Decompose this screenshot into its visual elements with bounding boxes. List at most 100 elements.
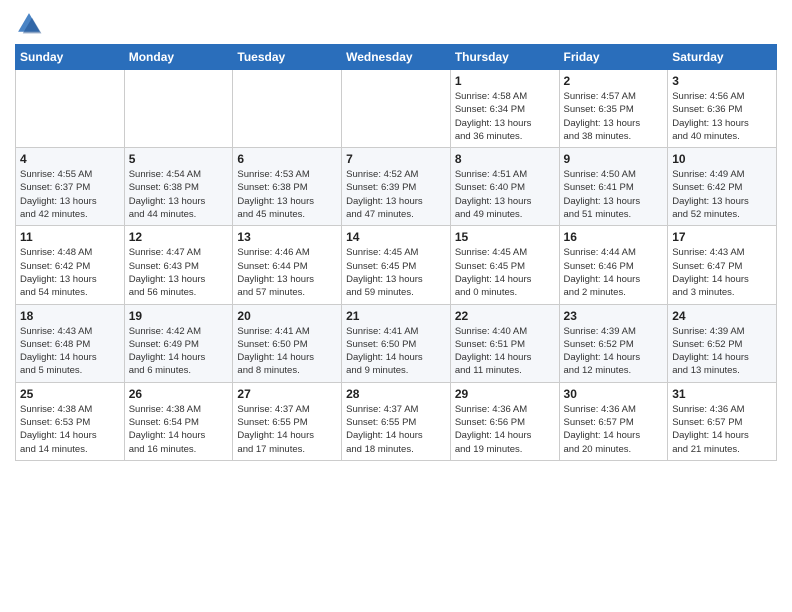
day-number: 31 bbox=[672, 387, 772, 401]
calendar-cell: 19 Sunrise: 4:42 AM Sunset: 6:49 PM Dayli… bbox=[124, 304, 233, 382]
day-info: Sunrise: 4:55 AM Sunset: 6:37 PM Dayligh… bbox=[20, 168, 120, 221]
calendar-cell bbox=[233, 70, 342, 148]
calendar-cell: 12 Sunrise: 4:47 AM Sunset: 6:43 PM Dayli… bbox=[124, 226, 233, 304]
day-number: 24 bbox=[672, 309, 772, 323]
day-number: 26 bbox=[129, 387, 229, 401]
day-info: Sunrise: 4:45 AM Sunset: 6:45 PM Dayligh… bbox=[346, 246, 446, 299]
calendar-cell: 29 Sunrise: 4:36 AM Sunset: 6:56 PM Dayli… bbox=[450, 382, 559, 460]
week-row-1: 1Sunrise: 4:58 AM Sunset: 6:34 PM Daylig… bbox=[16, 70, 777, 148]
calendar-cell: 6Sunrise: 4:53 AM Sunset: 6:38 PM Daylig… bbox=[233, 148, 342, 226]
calendar-cell: 4 Sunrise: 4:55 AM Sunset: 6:37 PM Daylig… bbox=[16, 148, 125, 226]
day-number: 8 bbox=[455, 152, 555, 166]
day-info: Sunrise: 4:43 AM Sunset: 6:47 PM Dayligh… bbox=[672, 246, 772, 299]
calendar-cell: 18 Sunrise: 4:43 AM Sunset: 6:48 PM Dayli… bbox=[16, 304, 125, 382]
page-header bbox=[15, 10, 777, 38]
day-info: Sunrise: 4:38 AM Sunset: 6:54 PM Dayligh… bbox=[129, 403, 229, 456]
day-info: Sunrise: 4:37 AM Sunset: 6:55 PM Dayligh… bbox=[346, 403, 446, 456]
day-number: 19 bbox=[129, 309, 229, 323]
calendar-cell: 30 Sunrise: 4:36 AM Sunset: 6:57 PM Dayli… bbox=[559, 382, 668, 460]
calendar-cell: 26 Sunrise: 4:38 AM Sunset: 6:54 PM Dayli… bbox=[124, 382, 233, 460]
day-info: Sunrise: 4:41 AM Sunset: 6:50 PM Dayligh… bbox=[346, 325, 446, 378]
calendar-cell: 21 Sunrise: 4:41 AM Sunset: 6:50 PM Dayli… bbox=[342, 304, 451, 382]
day-info: Sunrise: 4:51 AM Sunset: 6:40 PM Dayligh… bbox=[455, 168, 555, 221]
calendar-cell: 9 Sunrise: 4:50 AM Sunset: 6:41 PM Daylig… bbox=[559, 148, 668, 226]
day-info: Sunrise: 4:37 AM Sunset: 6:55 PM Dayligh… bbox=[237, 403, 337, 456]
day-number: 22 bbox=[455, 309, 555, 323]
day-info: Sunrise: 4:52 AM Sunset: 6:39 PM Dayligh… bbox=[346, 168, 446, 221]
day-info: Sunrise: 4:46 AM Sunset: 6:44 PM Dayligh… bbox=[237, 246, 337, 299]
day-number: 13 bbox=[237, 230, 337, 244]
day-number: 1 bbox=[455, 74, 555, 88]
calendar-cell: 10Sunrise: 4:49 AM Sunset: 6:42 PM Dayli… bbox=[668, 148, 777, 226]
day-info: Sunrise: 4:50 AM Sunset: 6:41 PM Dayligh… bbox=[564, 168, 664, 221]
day-info: Sunrise: 4:42 AM Sunset: 6:49 PM Dayligh… bbox=[129, 325, 229, 378]
day-info: Sunrise: 4:41 AM Sunset: 6:50 PM Dayligh… bbox=[237, 325, 337, 378]
day-number: 5 bbox=[129, 152, 229, 166]
calendar-cell: 5 Sunrise: 4:54 AM Sunset: 6:38 PM Daylig… bbox=[124, 148, 233, 226]
day-number: 25 bbox=[20, 387, 120, 401]
week-row-2: 4 Sunrise: 4:55 AM Sunset: 6:37 PM Daylig… bbox=[16, 148, 777, 226]
day-info: Sunrise: 4:36 AM Sunset: 6:57 PM Dayligh… bbox=[564, 403, 664, 456]
day-number: 6 bbox=[237, 152, 337, 166]
weekday-header-thursday: Thursday bbox=[450, 45, 559, 70]
day-number: 4 bbox=[20, 152, 120, 166]
weekday-header-saturday: Saturday bbox=[668, 45, 777, 70]
day-number: 10 bbox=[672, 152, 772, 166]
logo-icon bbox=[15, 10, 43, 38]
day-info: Sunrise: 4:48 AM Sunset: 6:42 PM Dayligh… bbox=[20, 246, 120, 299]
calendar-cell: 16 Sunrise: 4:44 AM Sunset: 6:46 PM Dayli… bbox=[559, 226, 668, 304]
weekday-header-tuesday: Tuesday bbox=[233, 45, 342, 70]
calendar-cell: 14 Sunrise: 4:45 AM Sunset: 6:45 PM Dayli… bbox=[342, 226, 451, 304]
day-number: 12 bbox=[129, 230, 229, 244]
day-number: 3 bbox=[672, 74, 772, 88]
day-number: 14 bbox=[346, 230, 446, 244]
day-number: 20 bbox=[237, 309, 337, 323]
day-number: 30 bbox=[564, 387, 664, 401]
week-row-3: 11 Sunrise: 4:48 AM Sunset: 6:42 PM Dayli… bbox=[16, 226, 777, 304]
calendar-cell: 13 Sunrise: 4:46 AM Sunset: 6:44 PM Dayli… bbox=[233, 226, 342, 304]
day-number: 9 bbox=[564, 152, 664, 166]
day-info: Sunrise: 4:54 AM Sunset: 6:38 PM Dayligh… bbox=[129, 168, 229, 221]
calendar-cell: 7 Sunrise: 4:52 AM Sunset: 6:39 PM Daylig… bbox=[342, 148, 451, 226]
calendar-cell: 27 Sunrise: 4:37 AM Sunset: 6:55 PM Dayli… bbox=[233, 382, 342, 460]
day-info: Sunrise: 4:40 AM Sunset: 6:51 PM Dayligh… bbox=[455, 325, 555, 378]
calendar-cell: 25 Sunrise: 4:38 AM Sunset: 6:53 PM Dayli… bbox=[16, 382, 125, 460]
day-info: Sunrise: 4:45 AM Sunset: 6:45 PM Dayligh… bbox=[455, 246, 555, 299]
day-number: 7 bbox=[346, 152, 446, 166]
day-number: 16 bbox=[564, 230, 664, 244]
day-number: 17 bbox=[672, 230, 772, 244]
calendar-cell: 8 Sunrise: 4:51 AM Sunset: 6:40 PM Daylig… bbox=[450, 148, 559, 226]
day-info: Sunrise: 4:57 AM Sunset: 6:35 PM Dayligh… bbox=[564, 90, 664, 143]
logo bbox=[15, 10, 47, 38]
day-number: 28 bbox=[346, 387, 446, 401]
day-info: Sunrise: 4:47 AM Sunset: 6:43 PM Dayligh… bbox=[129, 246, 229, 299]
day-number: 21 bbox=[346, 309, 446, 323]
weekday-header-row: SundayMondayTuesdayWednesdayThursdayFrid… bbox=[16, 45, 777, 70]
calendar-cell: 17 Sunrise: 4:43 AM Sunset: 6:47 PM Dayli… bbox=[668, 226, 777, 304]
calendar-cell: 3 Sunrise: 4:56 AM Sunset: 6:36 PM Daylig… bbox=[668, 70, 777, 148]
day-number: 23 bbox=[564, 309, 664, 323]
day-info: Sunrise: 4:36 AM Sunset: 6:57 PM Dayligh… bbox=[672, 403, 772, 456]
weekday-header-wednesday: Wednesday bbox=[342, 45, 451, 70]
day-number: 11 bbox=[20, 230, 120, 244]
day-number: 18 bbox=[20, 309, 120, 323]
day-info: Sunrise: 4:38 AM Sunset: 6:53 PM Dayligh… bbox=[20, 403, 120, 456]
calendar-cell: 23Sunrise: 4:39 AM Sunset: 6:52 PM Dayli… bbox=[559, 304, 668, 382]
calendar-cell: 22 Sunrise: 4:40 AM Sunset: 6:51 PM Dayli… bbox=[450, 304, 559, 382]
day-number: 15 bbox=[455, 230, 555, 244]
calendar-cell: 2Sunrise: 4:57 AM Sunset: 6:35 PM Daylig… bbox=[559, 70, 668, 148]
calendar-cell: 1Sunrise: 4:58 AM Sunset: 6:34 PM Daylig… bbox=[450, 70, 559, 148]
day-info: Sunrise: 4:39 AM Sunset: 6:52 PM Dayligh… bbox=[672, 325, 772, 378]
calendar-cell: 24 Sunrise: 4:39 AM Sunset: 6:52 PM Dayli… bbox=[668, 304, 777, 382]
day-number: 27 bbox=[237, 387, 337, 401]
calendar-cell: 20 Sunrise: 4:41 AM Sunset: 6:50 PM Dayli… bbox=[233, 304, 342, 382]
day-info: Sunrise: 4:43 AM Sunset: 6:48 PM Dayligh… bbox=[20, 325, 120, 378]
day-info: Sunrise: 4:44 AM Sunset: 6:46 PM Dayligh… bbox=[564, 246, 664, 299]
calendar-cell: 15 Sunrise: 4:45 AM Sunset: 6:45 PM Dayli… bbox=[450, 226, 559, 304]
day-info: Sunrise: 4:56 AM Sunset: 6:36 PM Dayligh… bbox=[672, 90, 772, 143]
calendar-cell bbox=[16, 70, 125, 148]
day-info: Sunrise: 4:36 AM Sunset: 6:56 PM Dayligh… bbox=[455, 403, 555, 456]
calendar-cell bbox=[342, 70, 451, 148]
weekday-header-friday: Friday bbox=[559, 45, 668, 70]
day-number: 29 bbox=[455, 387, 555, 401]
